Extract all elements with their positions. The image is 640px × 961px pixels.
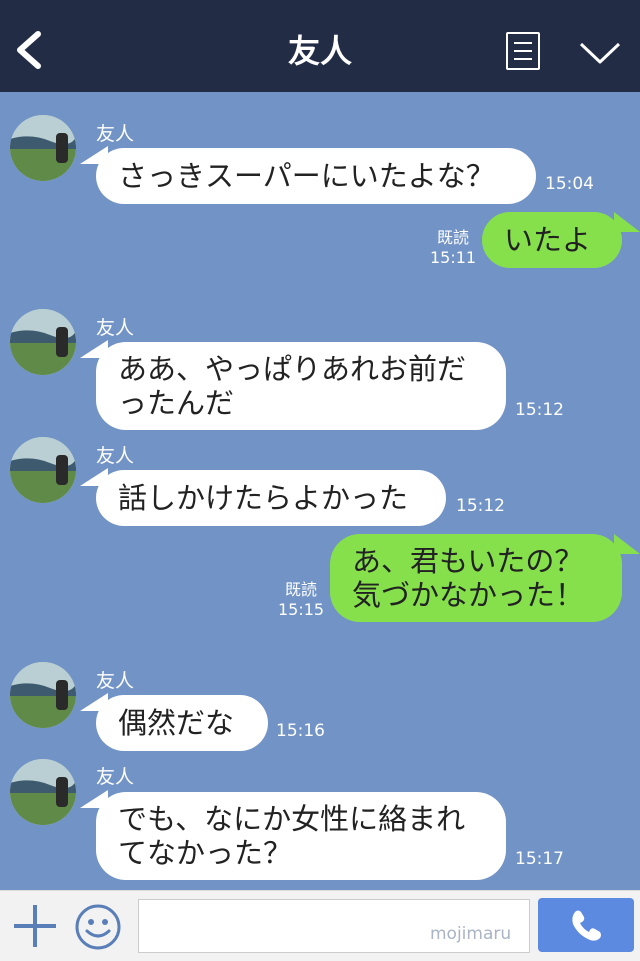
message-text: いたよ xyxy=(504,223,592,257)
message-time: 15:11 xyxy=(430,248,477,267)
read-label: 既読 xyxy=(285,580,318,599)
input-bar: mojimaru xyxy=(0,890,640,961)
message-text-line: あ、君もいたの？ xyxy=(352,544,584,578)
message-bubble[interactable]: あ、君もいたの？ 気づかなかった！ xyxy=(330,534,640,622)
chevron-down-icon[interactable] xyxy=(578,40,622,66)
message-bubble[interactable]: いたよ xyxy=(482,212,640,268)
message-bubble[interactable]: 話しかけたらよかった xyxy=(80,468,446,526)
note-icon[interactable] xyxy=(506,32,540,70)
message-bubble[interactable]: さっきスーパーにいたよな？ xyxy=(80,146,536,204)
message-text-line: てなかった？ xyxy=(118,836,293,870)
message-text-line: ったんだ xyxy=(118,386,235,420)
message-time: 15:15 xyxy=(278,600,325,619)
message-time: 15:12 xyxy=(456,496,505,516)
message-text: さっきスーパーにいたよな？ xyxy=(118,159,495,193)
message-bubble[interactable]: ああ、やっぱりあれお前だ ったんだ xyxy=(80,340,506,430)
avatar[interactable] xyxy=(10,115,76,181)
message-text: 偶然だな xyxy=(118,706,235,740)
read-label: 既読 xyxy=(437,228,470,247)
message-bubble[interactable]: でも、なにか女性に絡まれ てなかった？ xyxy=(80,790,506,880)
watermark-text: mojimaru xyxy=(430,924,512,944)
message-text: 話しかけたらよかった xyxy=(118,481,409,515)
sender-name: 友人 xyxy=(96,123,135,145)
avatar[interactable] xyxy=(10,662,76,728)
message-text-line: でも、なにか女性に絡まれ xyxy=(118,802,466,836)
plus-icon[interactable] xyxy=(14,905,56,947)
message-text-line: 気づかなかった！ xyxy=(352,578,585,612)
chat-header: 友人 xyxy=(0,0,640,92)
phone-icon xyxy=(572,910,601,941)
read-receipt: 既読 15:15 xyxy=(278,580,324,620)
sender-name: 友人 xyxy=(96,766,135,788)
message-time: 15:04 xyxy=(545,174,594,194)
message-time: 15:12 xyxy=(515,400,564,420)
sender-name: 友人 xyxy=(96,445,135,467)
sender-name: 友人 xyxy=(96,670,135,692)
message-bubble[interactable]: 偶然だな xyxy=(80,693,268,751)
sender-name: 友人 xyxy=(96,317,135,339)
call-button[interactable] xyxy=(538,898,634,952)
message-text-line: ああ、やっぱりあれお前だ xyxy=(118,352,467,386)
avatar[interactable] xyxy=(10,309,76,375)
smiley-icon[interactable] xyxy=(74,903,122,951)
read-receipt: 既読 15:11 xyxy=(430,228,476,268)
avatar[interactable] xyxy=(10,759,76,825)
message-time: 15:17 xyxy=(515,849,564,869)
chat-title: 友人 xyxy=(287,32,352,70)
avatar[interactable] xyxy=(10,437,76,503)
message-list[interactable]: 友人 さっきスーパーにいたよな？ 15:04 既読 15:11 いたよ 友人 あ… xyxy=(0,92,640,890)
message-time: 15:16 xyxy=(276,721,325,741)
